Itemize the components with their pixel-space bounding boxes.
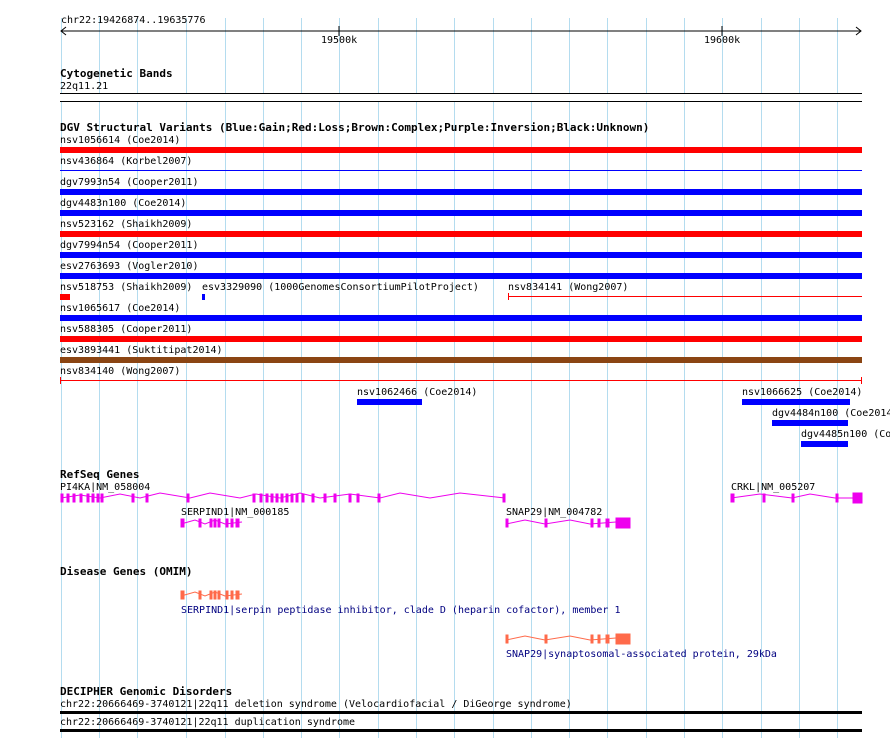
- crkl-gene-model[interactable]: [730, 492, 863, 504]
- omim-serpind1-gene-model[interactable]: [180, 590, 243, 600]
- snap29-gene-model[interactable]: [505, 517, 631, 529]
- omim-gene-label-serpind1[interactable]: SERPIND1|serpin peptidase inhibitor, cla…: [181, 605, 621, 616]
- gene-models: [60, 492, 863, 645]
- omim-gene-label-snap29[interactable]: SNAP29|synaptosomal-associated protein, …: [506, 649, 777, 660]
- pi4ka-gene-model[interactable]: [60, 492, 506, 503]
- omim-track-title: Disease Genes (OMIM): [60, 565, 193, 578]
- decipher-deletion-bar[interactable]: [60, 711, 862, 714]
- decipher-item-label: chr22:20666469-3740121|22q11 duplication…: [60, 717, 356, 728]
- decipher-track-title: DECIPHER Genomic Disorders: [60, 685, 233, 698]
- decipher-duplication-bar[interactable]: [60, 729, 862, 732]
- decipher-item-label: chr22:20666469-3740121|22q11 deletion sy…: [60, 699, 572, 710]
- serpind1-gene-model[interactable]: [180, 518, 243, 528]
- genome-browser-view: { "ruler": { "location": "chr22:19426874…: [0, 0, 890, 738]
- omim-snap29-gene-model[interactable]: [505, 633, 631, 645]
